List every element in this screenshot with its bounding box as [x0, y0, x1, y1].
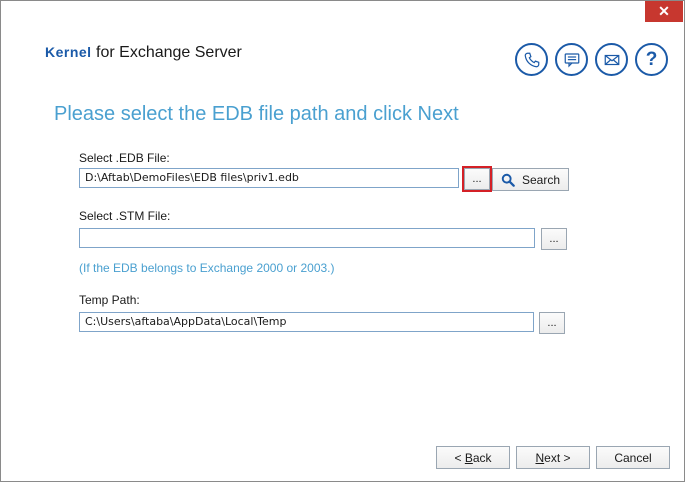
mail-icon[interactable]	[595, 43, 628, 76]
cancel-button[interactable]: Cancel	[596, 446, 670, 469]
search-icon	[501, 173, 515, 187]
stm-browse-label: ...	[549, 233, 559, 245]
next-button[interactable]: Next >	[516, 446, 590, 469]
stm-file-label: Select .STM File:	[79, 209, 171, 223]
app-header: Kernel for Exchange Server ?	[11, 29, 674, 89]
page-heading: Please select the EDB file path and clic…	[54, 103, 459, 125]
temp-browse-button[interactable]: ...	[539, 312, 565, 334]
title-bar: ✕	[1, 1, 684, 25]
next-mnemonic: N	[535, 450, 545, 465]
back-mnemonic: B	[464, 450, 473, 465]
back-rest: ack	[472, 450, 492, 465]
close-icon: ✕	[658, 3, 670, 19]
temp-path-label: Temp Path:	[79, 293, 140, 307]
stm-browse-button[interactable]: ...	[541, 228, 567, 250]
search-label: Search	[521, 172, 561, 187]
back-button[interactable]: < Back	[436, 446, 510, 469]
help-icon[interactable]: ?	[635, 43, 668, 76]
brand-product: for Exchange Server	[91, 44, 242, 61]
temp-browse-label: ...	[547, 317, 557, 329]
search-button[interactable]: Search	[492, 168, 569, 191]
chat-icon[interactable]	[555, 43, 588, 76]
stm-hint: (If the EDB belongs to Exchange 2000 or …	[79, 261, 335, 275]
close-button[interactable]: ✕	[645, 1, 683, 22]
cancel-label: Cancel	[614, 450, 652, 465]
help-glyph: ?	[645, 48, 658, 70]
next-rest: ext >	[544, 450, 571, 465]
edb-browse-button[interactable]: ...	[462, 166, 492, 192]
temp-path-input[interactable]: C:\Users\aftaba\AppData\Local\Temp	[79, 312, 534, 332]
edb-file-label: Select .EDB File:	[79, 151, 170, 165]
brand-logo: Kernel for Exchange Server	[45, 44, 242, 62]
back-prefix: <	[454, 450, 465, 465]
edb-browse-label: ...	[472, 173, 482, 185]
stm-file-input[interactable]	[79, 228, 535, 248]
header-icons: ?	[515, 43, 668, 76]
edb-file-input[interactable]: D:\Aftab\DemoFiles\EDB files\priv1.edb	[79, 168, 459, 188]
phone-icon[interactable]	[515, 43, 548, 76]
brand-kernel: Kernel	[45, 44, 92, 60]
